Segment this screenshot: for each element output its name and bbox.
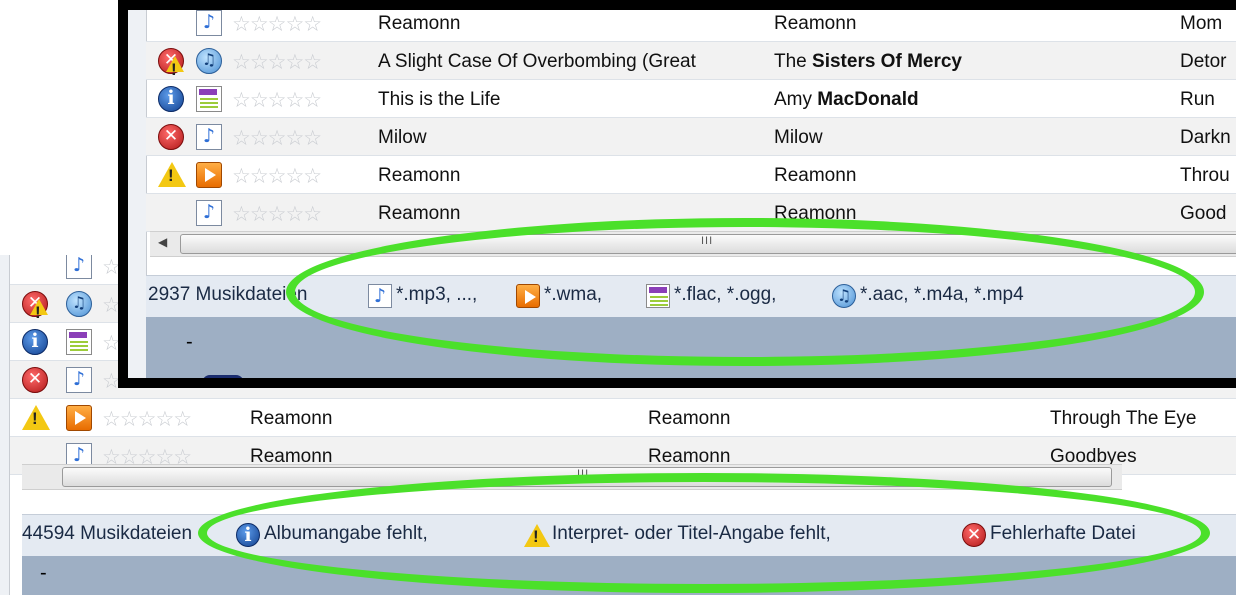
top-screenshot-panel: ☆☆☆☆☆ Reamonn Reamonn Mom ☆☆☆☆☆ A Slight Case… [118, 0, 1236, 388]
wma-play-icon [66, 405, 92, 431]
artist-cell: Reamonn [648, 408, 730, 430]
album-cell: This is the Life [378, 89, 501, 110]
table-row[interactable]: ☆☆☆☆☆ Milow Milow Darkn [146, 118, 1236, 156]
artist-text: Amy [774, 89, 818, 110]
highlight-ellipse [286, 218, 1204, 366]
file-count: 2937 Musikdateien [148, 284, 308, 305]
aac-disc-icon [196, 48, 222, 74]
player-text: - [40, 562, 47, 584]
window-left-edge [128, 10, 147, 378]
window-left-edge [0, 255, 10, 595]
title-cell: Throu [1180, 165, 1230, 186]
mp3-note-icon [196, 124, 222, 150]
table-row[interactable]: ☆☆☆☆☆ Reamonn Reamonn Throu [146, 156, 1236, 194]
warning-icon [158, 162, 186, 187]
mp3-note-icon [196, 10, 222, 36]
artist-cell: Amy MacDonald [774, 89, 919, 111]
artist-text: Reamonn [774, 13, 857, 34]
artist-cell: The Sisters Of Mercy [774, 51, 962, 73]
aac-disc-icon [66, 291, 92, 317]
title-cell: Detor [1180, 51, 1227, 72]
table-row[interactable]: ☆☆☆☆☆ Reamonn Reamonn Mom [146, 10, 1236, 42]
artist-text: Reamonn [774, 165, 857, 186]
rating-stars[interactable]: ☆☆☆☆☆ [102, 407, 192, 431]
artist-text: Reamonn [648, 408, 731, 429]
artist-cell: Reamonn [774, 165, 856, 187]
flac-file-icon [196, 86, 222, 112]
info-icon [158, 86, 184, 112]
album-cell: Reamonn [378, 165, 461, 186]
rating-stars[interactable]: ☆☆☆☆☆ [232, 12, 322, 36]
mp3-note-icon [66, 255, 92, 279]
artist-cell: Milow [774, 127, 823, 149]
artist-bold-text: MacDonald [817, 89, 919, 110]
album-cell: Milow [378, 127, 427, 148]
title-cell: Run [1180, 89, 1215, 110]
info-icon [22, 329, 48, 355]
error-icon [158, 124, 184, 150]
artist-bold-text: Sisters Of Mercy [812, 51, 962, 72]
album-cell: Reamonn [250, 408, 333, 429]
rating-stars[interactable]: ☆☆☆☆☆ [232, 50, 322, 74]
artist-text: The [774, 51, 813, 72]
wma-play-icon [196, 162, 222, 188]
scroll-left-arrow-icon[interactable]: ◀ [158, 235, 167, 249]
file-count: 44594 Musikdateien [22, 523, 193, 544]
warning-icon [166, 56, 184, 80]
flac-file-icon [66, 329, 92, 355]
mp3-note-icon [66, 367, 92, 393]
album-cell: A Slight Case Of Overbombing (Great [378, 51, 696, 72]
rating-stars[interactable]: ☆☆☆☆☆ [232, 164, 322, 188]
rating-stars[interactable]: ☆☆☆☆☆ [232, 202, 322, 226]
warning-icon [30, 299, 48, 323]
title-cell: Mom [1180, 13, 1223, 34]
player-button[interactable] [202, 375, 244, 378]
player-text: - [186, 331, 193, 353]
title-cell: Through The Eye [1050, 408, 1197, 429]
title-cell: Good [1180, 203, 1227, 224]
rating-stars[interactable]: ☆☆☆☆☆ [232, 88, 322, 112]
album-cell: Reamonn [378, 13, 461, 34]
table-row[interactable]: ☆☆☆☆☆ A Slight Case Of Overbombing (Great… [146, 42, 1236, 80]
album-cell: Reamonn [378, 203, 461, 224]
warning-icon [22, 405, 50, 430]
title-cell: Darkn [1180, 127, 1231, 148]
error-icon [22, 367, 48, 393]
artist-cell: Reamonn [774, 13, 856, 35]
table-row[interactable]: ☆☆☆☆☆ Reamonn Reamonn Through The Eye [10, 399, 1236, 437]
rating-stars[interactable]: ☆☆☆☆☆ [232, 126, 322, 150]
mp3-note-icon [196, 200, 222, 226]
artist-text: Milow [774, 127, 823, 148]
table-row[interactable]: ☆☆☆☆☆ This is the Life Amy MacDonald Run [146, 80, 1236, 118]
highlight-ellipse [198, 473, 1210, 593]
